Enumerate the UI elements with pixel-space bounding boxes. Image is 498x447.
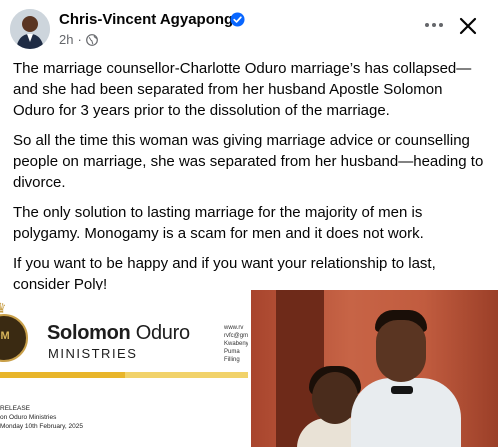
close-icon (459, 17, 477, 35)
brand-name-bold: Solomon (47, 322, 131, 344)
contact-line: Puma Filling (224, 349, 240, 363)
photo-man-face (376, 320, 426, 382)
brand-name: Solomon Oduro (47, 322, 190, 345)
close-button[interactable] (456, 14, 480, 38)
verified-badge-icon (230, 12, 245, 27)
post-attachments: ♛ OM Solomon Oduro MINISTRIES www.rv rvf… (0, 290, 498, 447)
avatar-image (10, 9, 50, 49)
post-header: Chris-Vincent Agyapong 2h · (0, 0, 498, 56)
post-body: The marriage counsellor-Charlotte Oduro … (13, 58, 488, 304)
contact-line: www.rv (224, 325, 244, 331)
post-time[interactable]: 2h (59, 32, 73, 47)
author-name[interactable]: Chris-Vincent Agyapong (59, 11, 233, 28)
post-paragraph: The marriage counsellor-Charlotte Oduro … (13, 60, 472, 119)
release-line: RELEASE (0, 405, 30, 412)
crown-icon: ♛ (0, 300, 7, 316)
brand-subtitle: MINISTRIES (48, 346, 138, 361)
more-options-button[interactable] (423, 14, 445, 36)
more-dots-icon (425, 23, 443, 27)
globe-icon[interactable] (85, 33, 98, 46)
meta-separator: · (77, 32, 82, 47)
post-meta: 2h · (59, 32, 98, 47)
author-avatar[interactable] (10, 9, 50, 49)
release-line: on Oduro Ministries (0, 414, 57, 421)
photo-bowtie (391, 386, 413, 394)
brand-divider-light (125, 372, 248, 378)
logo-text: OM (0, 330, 10, 342)
attachment-image-couple-photo[interactable] (251, 290, 498, 447)
attachment-image-press-release[interactable]: ♛ OM Solomon Oduro MINISTRIES www.rv rvf… (0, 290, 248, 447)
contact-info: www.rv rvfc@gm Kwabeny Puma Filling (224, 324, 248, 364)
post-paragraph: So all the time this woman was giving ma… (13, 132, 484, 191)
release-line: Monday 10th February, 2025 (0, 423, 83, 430)
brand-name-regular: Oduro (130, 322, 190, 344)
contact-line: rvfc@gm (224, 333, 248, 339)
press-release-text: RELEASE on Oduro Ministries Monday 10th … (0, 404, 83, 431)
post-paragraph: The only solution to lasting marriage fo… (13, 204, 424, 242)
post-paragraph: If you want to be happy and if you want … (13, 255, 436, 293)
contact-line: Kwabeny (224, 341, 248, 347)
